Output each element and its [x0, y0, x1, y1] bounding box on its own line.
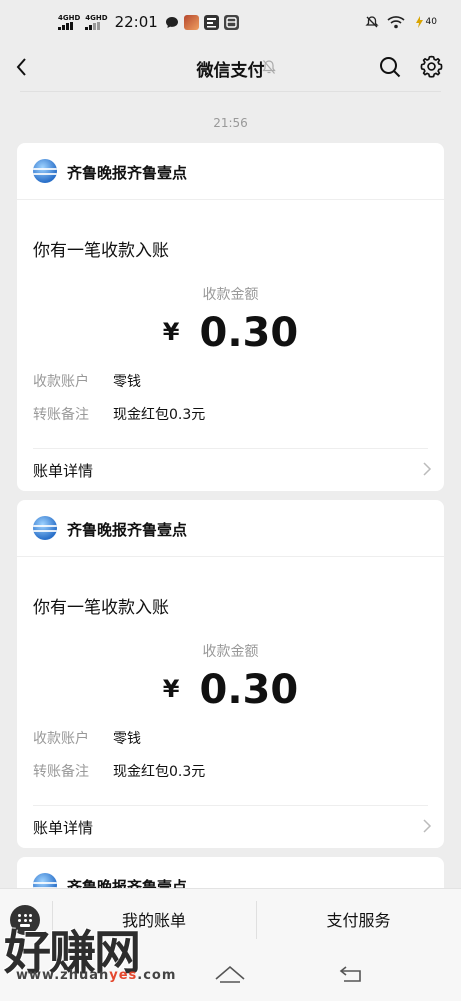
back-nav-icon[interactable] [338, 963, 364, 983]
search-icon[interactable] [378, 55, 402, 79]
note-row: 转账备注 现金红包0.3元 [33, 404, 205, 424]
status-time: 22:01 [114, 13, 158, 31]
account-value: 零钱 [113, 374, 141, 390]
amount-label: 收款金额 [202, 644, 259, 660]
bill-detail-link[interactable]: 账单详情 [33, 460, 93, 481]
card-headline: 你有一笔收款入账 [33, 598, 169, 618]
note-label: 转账备注 [33, 407, 89, 423]
network-type-1: 4GHD [58, 13, 81, 22]
amount-label: 收款金额 [202, 287, 259, 303]
amount: ¥0.30 [17, 310, 444, 356]
chevron-right-icon [423, 819, 432, 833]
amount-value: 0.30 [199, 667, 299, 713]
watermark-url-prefix: www.zhuan [16, 968, 110, 983]
nav-bar: 微信支付 [0, 44, 461, 90]
mute-bell-icon [262, 60, 276, 74]
signal-icon: 4GHD [58, 13, 81, 30]
gear-icon[interactable] [419, 54, 444, 79]
divider [33, 448, 428, 449]
card-source: 齐鲁晚报齐鲁壹点 [67, 164, 188, 182]
message-timestamp: 21:56 [213, 116, 248, 130]
watermark-url: www.zhuanyes.com [16, 968, 176, 983]
account-row: 收款账户 零钱 [33, 371, 141, 391]
source-logo [33, 159, 57, 183]
divider [20, 91, 441, 92]
currency-symbol: ¥ [162, 318, 180, 346]
card-headline: 你有一笔收款入账 [33, 241, 169, 261]
signal-icon: 4GHD [85, 13, 108, 30]
tab-payment-services[interactable]: 支付服务 [256, 907, 461, 931]
watermark-url-suffix: .com [137, 968, 177, 983]
account-label: 收款账户 [33, 374, 89, 390]
card-header: 齐鲁晚报齐鲁壹点 [17, 143, 444, 200]
mute-icon [364, 16, 379, 28]
source-logo [33, 516, 57, 540]
amount-value: 0.30 [199, 310, 299, 356]
account-label: 收款账户 [33, 731, 89, 747]
network-type-2: 4GHD [85, 13, 108, 22]
wifi-icon [387, 16, 405, 29]
account-value: 零钱 [113, 731, 141, 747]
home-icon[interactable] [214, 963, 246, 983]
currency-symbol: ¥ [162, 675, 180, 703]
divider [33, 805, 428, 806]
payment-notice-card[interactable]: 齐鲁晚报齐鲁壹点 你有一笔收款入账 收款金额 ¥0.30 收款账户 零钱 转账备注… [17, 143, 444, 491]
app-icon [223, 14, 239, 30]
note-value: 现金红包0.3元 [113, 407, 206, 423]
note-label: 转账备注 [33, 764, 89, 780]
account-row: 收款账户 零钱 [33, 728, 141, 748]
payment-notice-card[interactable]: 齐鲁晚报齐鲁壹点 你有一笔收款入账 收款金额 ¥0.30 收款账户 零钱 转账备注… [17, 500, 444, 848]
chat-bubble-icon [165, 16, 178, 28]
bill-detail-link[interactable]: 账单详情 [33, 817, 93, 838]
watermark-url-highlight: yes [109, 968, 138, 983]
battery-level: 40 [425, 17, 437, 27]
chevron-right-icon [423, 462, 432, 476]
note-row: 转账备注 现金红包0.3元 [33, 761, 205, 781]
card-source: 齐鲁晚报齐鲁壹点 [67, 521, 188, 539]
note-value: 现金红包0.3元 [113, 764, 206, 780]
app-icon [203, 14, 219, 30]
battery-icon: 40 [413, 15, 437, 29]
amount: ¥0.30 [17, 667, 444, 713]
status-bar: 4GHD 4GHD 22:01 40 [0, 0, 461, 44]
game-app-icon [183, 14, 199, 30]
card-header: 齐鲁晚报齐鲁壹点 [17, 500, 444, 557]
